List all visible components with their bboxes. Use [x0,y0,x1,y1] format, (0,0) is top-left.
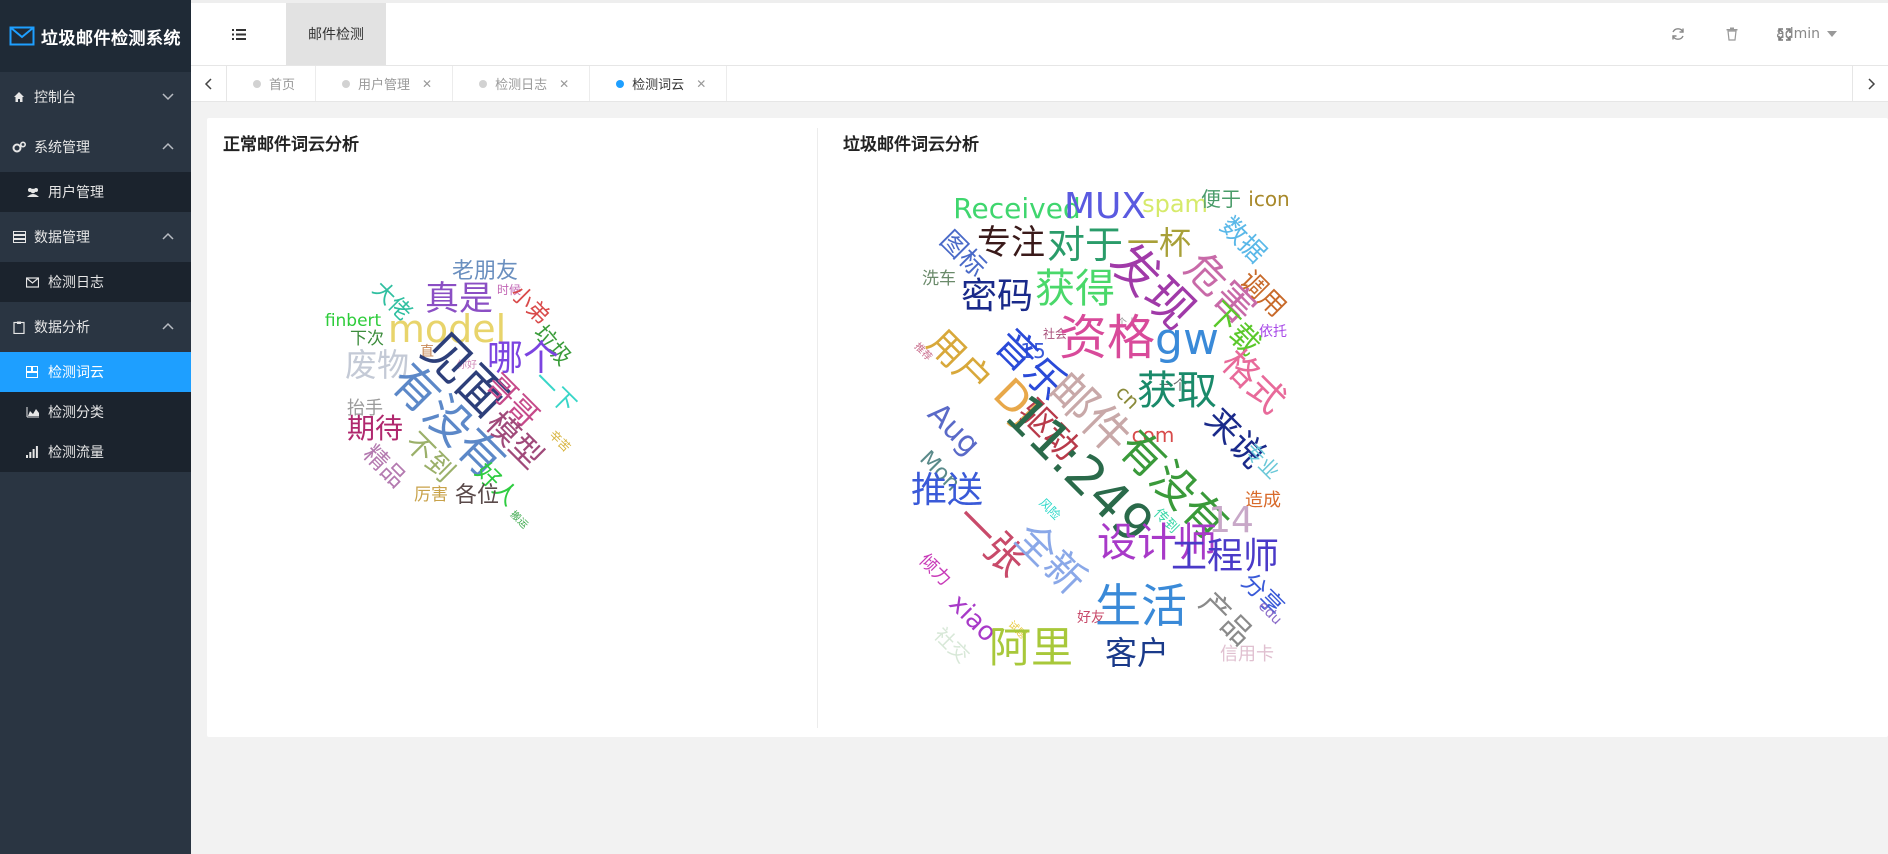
top-header: 邮件检测 admin [191,0,1888,66]
spam-panel-title: 垃圾邮件词云分析 [843,135,979,155]
sidebar-item-label: 检测日志 [48,275,104,291]
sidebar-item-label: 用户管理 [48,185,104,201]
envelope-icon [26,275,40,289]
wordcloud-word: 专注 [977,223,1045,263]
wordcloud-word: 生活 [1095,579,1187,633]
wordcloud-word: 厉害 [414,485,448,505]
tab-dot [616,79,625,88]
sidebar: 垃圾邮件检测系统 控制台 系统管理 用户管理 数据管理 检测日志 数据分析 检测… [0,0,191,854]
wordcloud-word: 获取 [1137,368,1217,414]
close-icon[interactable]: ✕ [422,77,432,91]
refresh-button[interactable] [1658,3,1698,65]
tab-dot [479,79,488,88]
sidebar-item-system[interactable]: 系统管理 [0,122,191,172]
sidebar-item-classification[interactable]: 检测分类 [0,392,191,432]
close-icon[interactable]: ✕ [696,77,706,91]
server-icon [12,230,26,244]
sidebar-item-label: 系统管理 [34,140,90,156]
wordcloud-word: 各位 [455,483,499,508]
sidebar-item-label: 控制台 [34,90,76,106]
trash-icon [1726,27,1738,41]
wordcloud-word: 全新 [1006,514,1095,603]
tab-dot [342,79,351,88]
dashboard-icon [26,365,40,379]
menu-icon [231,28,246,40]
gears-icon [12,140,26,154]
sidebar-toggle-button[interactable] [191,3,286,65]
caret-down-icon [1827,31,1837,37]
clear-cache-button[interactable] [1712,3,1752,65]
tab-label: 检测词云 [632,78,685,93]
wordcloud-word: 期待 [347,412,403,445]
app-title: 垃圾邮件检测系统 [41,28,181,49]
tab-detection-log[interactable]: 检测日志 ✕ [453,66,591,101]
sidebar-item-label: 检测流量 [48,445,104,461]
sidebar-item-label: 数据分析 [34,320,90,336]
panel-divider [817,128,818,728]
tab-home[interactable]: 首页 [227,66,317,101]
header-tab-mail-detection[interactable]: 邮件检测 [286,3,386,65]
wordcloud-word: 搬运 [508,508,531,531]
wordcloud-word: 工程师 [1171,536,1279,577]
sidebar-item-users[interactable]: 用户管理 [0,172,191,212]
sidebar-item-wordcloud[interactable]: 检测词云 [0,352,191,392]
user-menu[interactable]: admin [1776,3,1838,65]
chevron-down-icon [162,93,174,101]
wordcloud-word: 阿里 [989,623,1073,672]
users-icon [26,185,40,199]
close-icon[interactable]: ✕ [559,77,569,91]
area-chart-icon [26,405,40,419]
wordcloud-word: 倾力 [915,550,955,590]
chevron-right-icon [1867,77,1875,90]
sidebar-item-analysis[interactable]: 数据分析 [0,302,191,352]
refresh-icon [1672,28,1684,40]
tabs-scroll-left-button[interactable] [191,66,227,101]
tab-label: 检测日志 [495,78,548,93]
chevron-up-icon [162,232,174,240]
chevron-left-icon [204,77,212,90]
wordcloud-word: 依托 [1259,324,1287,340]
wordcloud-word: 客户 [1105,634,1169,672]
chevron-up-icon [162,142,174,150]
wordcloud-word: Received [953,192,1080,225]
wordcloud-word: MUX [1064,186,1146,227]
sidebar-item-label: 数据管理 [34,230,90,246]
wordcloud-card: 正常邮件词云分析 垃圾邮件词云分析 老朋友 时候 大佬 真是 小弟 finbert mode… [207,118,1888,737]
username: admin [1776,26,1820,42]
wordcloud-word: 密码 [961,276,1033,317]
tab-label: 用户管理 [358,78,411,93]
wordcloud-word: 信用卡 [1220,644,1274,665]
signal-icon [26,445,40,459]
wordcloud-word: spam [1142,190,1208,218]
wordcloud-word: finbert [325,311,382,331]
wordcloud-word: icon [1248,187,1289,211]
home-icon [12,90,26,104]
tab-label: 首页 [269,78,296,93]
sidebar-item-traffic[interactable]: 检测流量 [0,432,191,472]
wordcloud-word: 便于 [1201,187,1241,211]
sidebar-item-label: 检测词云 [48,365,104,381]
sidebar-item-dashboard[interactable]: 控制台 [0,72,191,122]
wordcloud-word: 资格 [1059,310,1155,366]
mail-icon [9,26,35,46]
wordcloud-word: 洗车 [922,269,956,289]
normal-wordcloud: 老朋友时候大佬 真是 小弟finbert model下次直你好 垃圾哪个废物 见面 一下哥哥… [325,259,582,531]
sidebar-item-label: 检测分类 [48,405,104,421]
wordcloud-word: 用户 [919,322,999,402]
tab-wordcloud[interactable]: 检测词云 ✕ [590,66,728,101]
wordcloud-word: 辛苦 [546,428,573,455]
wordcloud-word: gw [1155,314,1219,365]
normal-panel-title: 正常邮件词云分析 [223,135,359,155]
spam-wordcloud: ReceivedMUXspam便于 icon图标专注 对于 一杯 数据洗车 密码 获得发现危… [911,186,1293,672]
tabs-scroll-right-button[interactable] [1852,66,1888,101]
sidebar-item-data[interactable]: 数据管理 [0,212,191,262]
tab-user-management[interactable]: 用户管理 ✕ [316,66,454,101]
chevron-up-icon [162,322,174,330]
tab-dot [253,79,261,88]
tab-bar: 首页 用户管理 ✕ 检测日志 ✕ 检测词云 ✕ [191,66,1888,102]
app-logo[interactable]: 垃圾邮件检测系统 [0,0,191,72]
sidebar-item-logs[interactable]: 检测日志 [0,262,191,302]
clipboard-icon [12,320,26,334]
